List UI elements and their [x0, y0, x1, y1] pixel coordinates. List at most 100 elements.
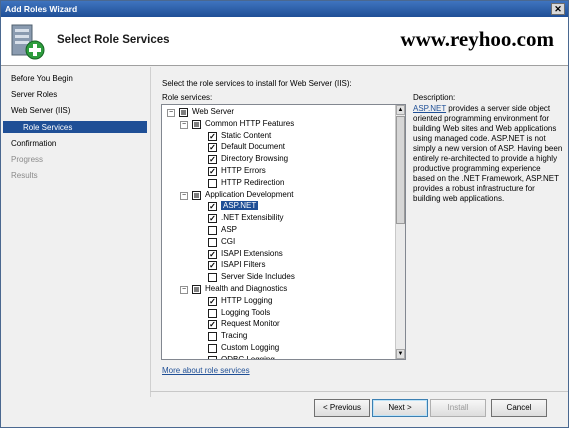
role-checkbox[interactable]: ✓ — [208, 249, 217, 259]
collapse-icon[interactable]: − — [180, 120, 188, 129]
role-services-tree[interactable]: ▲ ▼ − Web Server − Common HTTP Features ✓ Sta… — [161, 104, 406, 360]
tree-item-label: Common HTTP Features — [205, 118, 295, 128]
role-checkbox[interactable]: ✓ — [208, 202, 217, 212]
tree-row[interactable]: ✓ HTTP Logging — [162, 296, 392, 308]
footer-divider — [150, 391, 568, 392]
close-button[interactable]: ✕ — [551, 3, 565, 15]
description-body: provides a server side object oriented p… — [413, 104, 563, 203]
install-button: Install — [430, 399, 486, 417]
tree-row[interactable]: ✓ Directory Browsing — [162, 154, 392, 166]
tree-row[interactable]: ✓ Request Monitor — [162, 319, 392, 331]
scroll-up-icon[interactable]: ▲ — [396, 105, 405, 115]
tree-row[interactable]: ✓ Static Content — [162, 131, 392, 143]
description-link[interactable]: ASP.NET — [413, 104, 446, 113]
wizard-header: Select Role Services www.reyhoo.com — [1, 17, 568, 66]
tree-row[interactable]: Custom Logging — [162, 343, 392, 355]
window-title: Add Roles Wizard — [5, 4, 78, 14]
nav-step-before-you-begin[interactable]: Before You Begin — [11, 74, 73, 83]
role-checkbox[interactable] — [208, 308, 217, 318]
collapse-icon[interactable]: − — [167, 109, 175, 117]
tree-row[interactable]: − Common HTTP Features — [162, 119, 392, 131]
role-checkbox[interactable]: ✓ — [208, 167, 217, 176]
tree-item-label: Application Development — [205, 189, 294, 199]
collapse-icon[interactable]: − — [180, 286, 188, 294]
role-checkbox[interactable] — [208, 226, 217, 235]
tree-item-label: Health and Diagnostics — [205, 284, 288, 293]
collapse-icon[interactable]: − — [180, 191, 188, 200]
tree-row[interactable]: ✓ HTTP Errors — [162, 166, 392, 178]
instruction-text: Select the role services to install for … — [162, 79, 352, 88]
previous-button[interactable]: < Previous — [314, 399, 370, 417]
tree-item-label: ASP.NET — [221, 201, 259, 211]
role-checkbox[interactable]: ✓ — [208, 214, 217, 224]
tree-row[interactable]: − Web Server — [162, 107, 392, 119]
description-text: ASP.NET provides a server side object or… — [413, 104, 563, 204]
role-checkbox[interactable] — [179, 108, 188, 117]
tree-item-label: Logging Tools — [221, 307, 271, 317]
role-checkbox[interactable] — [192, 190, 201, 200]
role-checkbox[interactable] — [192, 285, 201, 294]
role-checkbox[interactable] — [192, 119, 201, 129]
tree-row[interactable]: ✓ ISAPI Filters — [162, 260, 392, 272]
tree-row[interactable]: ✓ Default Document — [162, 142, 392, 154]
tree-row[interactable]: ASP — [162, 225, 392, 237]
tree-item-label: HTTP Logging — [221, 295, 273, 305]
tree-row[interactable]: ✓ ISAPI Extensions — [162, 249, 392, 261]
page-title: Select Role Services — [57, 34, 170, 46]
tree-item-label: Default Document — [221, 142, 286, 152]
tree-item-label: ISAPI Extensions — [221, 248, 283, 258]
tree-row[interactable]: Logging Tools — [162, 308, 392, 320]
role-checkbox[interactable] — [208, 332, 217, 342]
tree-row[interactable]: ✓ .NET Extensibility — [162, 213, 392, 225]
tree-row[interactable]: CGI — [162, 237, 392, 249]
tree-row[interactable]: HTTP Redirection — [162, 178, 392, 190]
role-checkbox[interactable]: ✓ — [208, 155, 217, 165]
watermark-text: www.reyhoo.com — [400, 27, 554, 51]
wizard-window: Add Roles Wizard ✕ Select Role Services … — [0, 0, 569, 428]
tree-row[interactable]: Tracing — [162, 331, 392, 343]
tree-row[interactable]: ODBC Logging — [162, 354, 392, 360]
tree-row[interactable]: Server Side Includes — [162, 272, 392, 284]
role-checkbox[interactable]: ✓ — [208, 131, 217, 141]
description-label: Description: — [413, 93, 456, 102]
tree-row[interactable]: − Health and Diagnostics — [162, 284, 392, 296]
nav-step-progress: Progress — [11, 155, 44, 164]
tree-item-label: Web Server — [192, 107, 235, 116]
wizard-steps-nav: Before You Begin Server Roles Web Server… — [1, 67, 149, 427]
role-checkbox[interactable]: ✓ — [208, 143, 217, 153]
role-checkbox[interactable]: ✓ — [208, 320, 217, 330]
role-checkbox[interactable] — [208, 355, 217, 359]
role-checkbox[interactable] — [208, 237, 217, 247]
next-button[interactable]: Next > — [372, 399, 428, 417]
nav-step-results: Results — [11, 171, 38, 180]
tree-item-label: Directory Browsing — [221, 154, 289, 164]
cancel-button[interactable]: Cancel — [491, 399, 547, 417]
scroll-down-icon[interactable]: ▼ — [396, 349, 405, 359]
tree-item-label: ISAPI Filters — [221, 260, 266, 270]
nav-step-web-server-iis[interactable]: Web Server (IIS) — [11, 106, 70, 115]
tree-row[interactable]: − Application Development — [162, 190, 392, 202]
tree-item-label: Custom Logging — [221, 343, 280, 352]
tree-item-label: ODBC Logging — [221, 354, 275, 360]
nav-step-server-roles[interactable]: Server Roles — [11, 90, 57, 99]
role-checkbox[interactable] — [208, 178, 217, 188]
tree-row[interactable]: ✓ ASP.NET — [162, 201, 392, 213]
tree-scrollbar[interactable]: ▲ ▼ — [395, 105, 405, 359]
tree-item-label: .NET Extensibility — [221, 213, 284, 223]
role-checkbox[interactable] — [208, 344, 217, 353]
tree-item-label: Request Monitor — [221, 319, 280, 329]
tree-item-label: HTTP Errors — [221, 166, 266, 175]
more-about-role-services-link[interactable]: More about role services — [162, 366, 250, 375]
nav-step-confirmation[interactable]: Confirmation — [11, 139, 56, 148]
role-checkbox[interactable]: ✓ — [208, 296, 217, 306]
tree-item-label: Server Side Includes — [221, 272, 295, 282]
scroll-thumb[interactable] — [396, 116, 405, 224]
title-bar: Add Roles Wizard ✕ — [1, 1, 568, 17]
tree-item-label: Static Content — [221, 130, 272, 140]
role-checkbox[interactable]: ✓ — [208, 261, 217, 271]
tree-item-label: Tracing — [221, 331, 248, 341]
tree-item-label: ASP — [221, 225, 238, 234]
role-checkbox[interactable] — [208, 273, 217, 283]
tree-item-label: HTTP Redirection — [221, 177, 285, 187]
nav-step-role-services[interactable]: Role Services — [23, 123, 72, 132]
